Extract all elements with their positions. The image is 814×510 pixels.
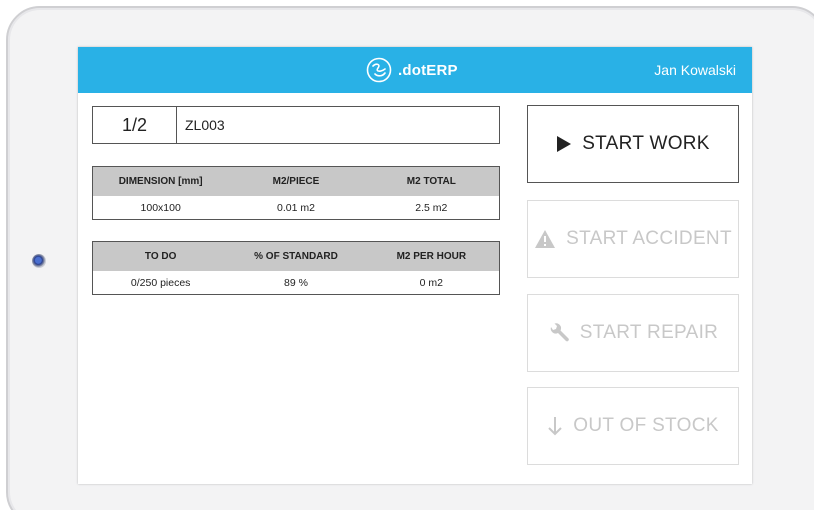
app-header: .dotERP Jan Kowalski [78, 47, 752, 93]
order-box: 1/2 ZL003 [92, 106, 500, 144]
percent-standard-value: 89 % [284, 276, 308, 289]
dimension-value: 100x100 [140, 201, 181, 214]
progress-table: TO DO % OF STANDARD M2 PER HOUR 0/250 pi… [92, 241, 500, 295]
arrow-down-icon [548, 417, 562, 436]
play-icon [557, 136, 572, 152]
column-header-m2-total: M2 TOTAL [406, 176, 456, 187]
column-header-to-do: TO DO [144, 251, 177, 262]
m2-piece-value: 0.01 m2 [277, 201, 315, 214]
order-position: 1/2 [93, 107, 177, 143]
dimensions-table: DIMENSION [mm] M2/PIECE M2 TOTAL 100x100… [92, 166, 500, 220]
brand-name: .dotERP [398, 61, 458, 79]
order-code: ZL003 [185, 117, 225, 133]
start-work-button[interactable]: START WORK [527, 105, 739, 183]
out-of-stock-button[interactable]: OUT OF STOCK [527, 387, 739, 465]
table-row: 0/250 pieces 89 % 0 m2 [93, 271, 499, 294]
column-header-dimension: DIMENSION [mm] [118, 176, 203, 187]
start-accident-label: START ACCIDENT [566, 228, 732, 249]
table-row: 100x100 0.01 m2 2.5 m2 [93, 196, 499, 219]
column-header-m2-piece: M2/PIECE [272, 176, 320, 187]
table-header: TO DO % OF STANDARD M2 PER HOUR [93, 242, 499, 271]
m2-per-hour-value: 0 m2 [419, 276, 443, 289]
out-of-stock-label: OUT OF STOCK [573, 415, 719, 436]
wrench-icon [550, 323, 569, 342]
user-name[interactable]: Jan Kowalski [654, 62, 736, 78]
start-accident-button[interactable]: START ACCIDENT [527, 200, 739, 278]
start-repair-button[interactable]: START REPAIR [527, 294, 739, 372]
start-work-label: START WORK [582, 133, 710, 154]
m2-total-value: 2.5 m2 [415, 201, 448, 214]
to-do-value: 0/250 pieces [130, 276, 191, 289]
table-header: DIMENSION [mm] M2/PIECE M2 TOTAL [93, 167, 499, 196]
start-repair-label: START REPAIR [579, 322, 719, 343]
warning-icon [535, 230, 556, 248]
column-header-percent-standard: % OF STANDARD [254, 251, 338, 262]
column-header-m2-per-hour: M2 PER HOUR [396, 251, 467, 262]
home-button[interactable] [32, 254, 46, 268]
brand: .dotERP [366, 57, 458, 83]
app-screen: .dotERP Jan Kowalski 1/2 ZL003 DIMENSION… [78, 47, 752, 484]
logo-icon [366, 57, 392, 83]
